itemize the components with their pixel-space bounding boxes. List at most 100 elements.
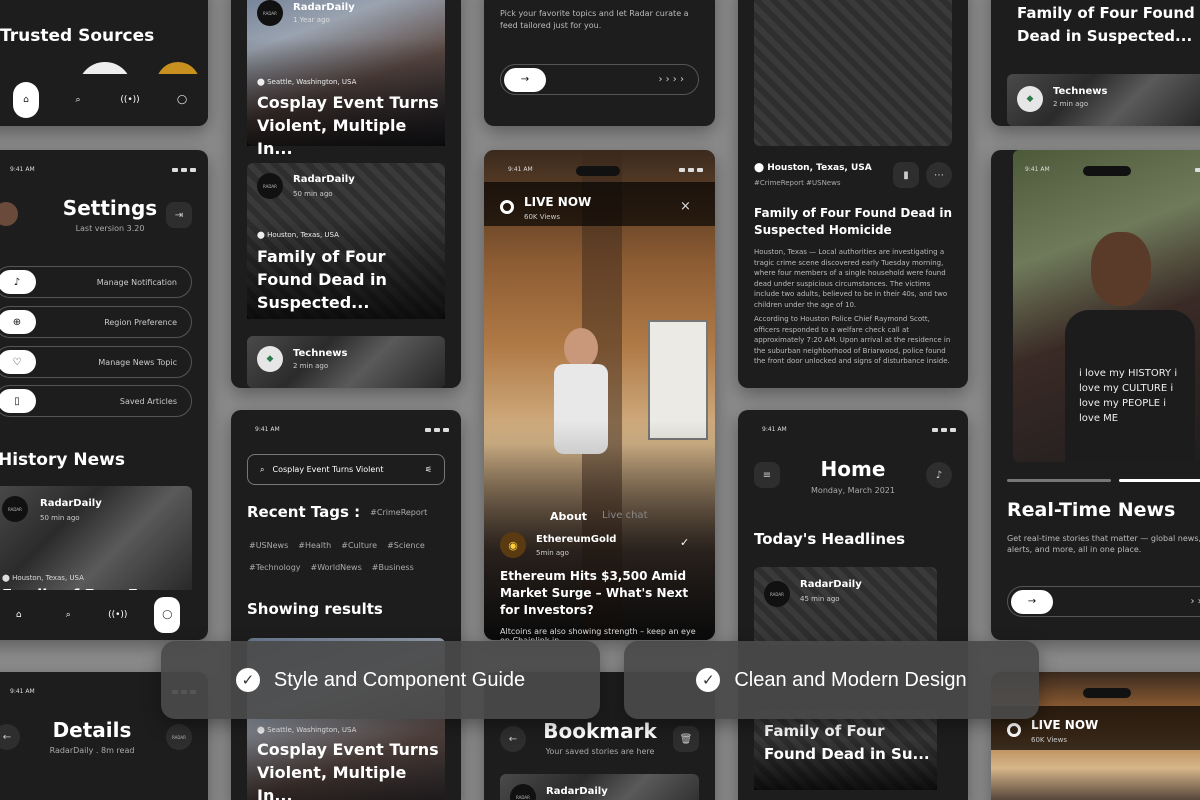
- page-indicator-active: [1119, 479, 1200, 482]
- shirt-print: i love my HISTORY i love my CULTURE i lo…: [1079, 368, 1178, 424]
- view-count: 60K Views: [524, 213, 560, 221]
- source-name: EthereumGold: [536, 534, 617, 545]
- bell-icon[interactable]: ♪: [926, 462, 952, 488]
- source-avatar: RADAR: [764, 581, 790, 607]
- article-tags: #CrimeReport #USNews: [754, 179, 841, 187]
- search-query: Cosplay Event Turns Violent: [272, 465, 384, 474]
- news-card[interactable]: Family of Four Found Dead in Su...: [754, 710, 937, 790]
- banner-label: Clean and Modern Design: [734, 668, 967, 691]
- home-icon[interactable]: ⌂: [13, 82, 39, 118]
- tab-live-chat[interactable]: Live chat: [602, 510, 647, 521]
- status-time: 9:41 AM: [508, 166, 533, 173]
- article-image: [754, 0, 952, 146]
- filter-icon[interactable]: ⚟: [425, 465, 432, 474]
- source-name: RadarDaily: [40, 498, 102, 509]
- bookmark-icon: ▯: [0, 389, 36, 413]
- article-paragraph: According to Houston Police Chief Raymon…: [754, 315, 951, 365]
- arrow-right-icon: →: [504, 67, 546, 92]
- home-icon[interactable]: ⌂: [6, 610, 32, 620]
- tag-list: #USNews #Health #Culture #Science: [249, 533, 435, 552]
- onboarding-text: Pick your favorite topics and let Radar …: [500, 9, 689, 30]
- headline: Cosplay Event Turns Violent, Multiple In…: [257, 93, 439, 158]
- more-icon[interactable]: ⋯: [926, 162, 952, 188]
- post-time: 50 min ago: [293, 190, 333, 198]
- profile-icon[interactable]: ◯: [154, 597, 181, 633]
- tag-chip[interactable]: #Technology: [249, 563, 301, 572]
- settings-item-saved[interactable]: ▯ Saved Articles: [0, 385, 192, 417]
- avatar[interactable]: [0, 202, 18, 226]
- settings-item-notification[interactable]: ♪ Manage Notification: [0, 266, 192, 298]
- tag-chip[interactable]: #Health: [298, 541, 331, 550]
- coin-icon: ◉: [500, 532, 526, 558]
- headline: Family of Four Found Dead in Su...: [764, 722, 930, 763]
- feature-banner: ✓ Style and Component Guide: [161, 641, 600, 719]
- post-time: 2 min ago: [1053, 100, 1089, 108]
- get-started-slider[interactable]: → › › › ›: [1007, 586, 1200, 617]
- source-avatar[interactable]: RADAR: [166, 724, 192, 750]
- tab-about[interactable]: About: [550, 510, 587, 523]
- back-icon[interactable]: ←: [0, 724, 20, 750]
- back-icon[interactable]: ←: [500, 726, 526, 752]
- news-card[interactable]: ◆ Technews 2 min ago: [1007, 74, 1200, 126]
- bookmark-card[interactable]: RADAR RadarDaily: [500, 774, 699, 800]
- location-label: ⬤ Houston, Texas, USA: [257, 231, 339, 239]
- news-card[interactable]: RADAR RadarDaily 1 Year ago ⬤ Seattle, W…: [247, 0, 445, 158]
- tag-chip[interactable]: #USNews: [249, 541, 288, 550]
- news-card[interactable]: ◆ Technews 2 min ago: [247, 336, 445, 388]
- trusted-sources-card: Trusted Sources ⌂ ⌕ ((•)) ◯: [0, 0, 208, 126]
- live-dot-icon: [500, 200, 514, 214]
- mockup-stage: Trusted Sources ⌂ ⌕ ((•)) ◯ 9:41 AM Sett…: [0, 0, 1200, 800]
- status-time: 9:41 AM: [762, 426, 787, 433]
- tag-chip[interactable]: #CrimeReport: [370, 508, 427, 517]
- menu-icon[interactable]: ≡: [754, 462, 780, 488]
- page-title: Details: [52, 718, 132, 742]
- page-date: Monday, March 2021: [811, 486, 895, 495]
- broadcast-icon[interactable]: ((•)): [117, 95, 143, 105]
- page-title: Settings: [62, 196, 158, 220]
- source-avatar: RADAR: [257, 173, 283, 199]
- check-circle-icon: ✓: [696, 668, 721, 692]
- close-icon[interactable]: ×: [680, 199, 691, 214]
- section-title: Trusted Sources: [0, 26, 155, 46]
- article-meta: RadarDaily . 8m read: [49, 746, 135, 755]
- section-title: Showing results: [247, 600, 383, 618]
- bookmark-icon[interactable]: ▮: [893, 162, 919, 188]
- trash-icon[interactable]: 🗑: [673, 726, 699, 752]
- search-icon[interactable]: ⌕: [55, 610, 81, 620]
- tag-chip[interactable]: #WorldNews: [311, 563, 362, 572]
- source-name: RadarDaily: [546, 786, 608, 797]
- location-label: ⬤ Seattle, Washington, USA: [257, 726, 357, 734]
- news-card[interactable]: RADAR RadarDaily 50 min ago ⬤ Houston, T…: [247, 163, 445, 319]
- bottom-nav: ⌂ ⌕ ((•)) ◯: [0, 74, 208, 126]
- search-icon[interactable]: ⌕: [65, 95, 91, 105]
- banner-label: Style and Component Guide: [273, 668, 526, 691]
- tag-chip[interactable]: #Culture: [341, 541, 377, 550]
- tag-list: #Technology #WorldNews #Business: [249, 555, 424, 574]
- realtime-onboarding: i love my HISTORY i love my CULTURE i lo…: [991, 150, 1200, 640]
- presenter: [564, 328, 598, 368]
- tag-chip[interactable]: #Science: [387, 541, 425, 550]
- settings-item-topic[interactable]: ♡ Manage News Topic: [0, 346, 192, 378]
- source-avatar: ◆: [257, 346, 283, 372]
- page-subtitle: Your saved stories are here: [545, 747, 655, 756]
- source-name: RadarDaily: [293, 174, 355, 185]
- page-indicator: [1007, 479, 1111, 482]
- tag-chip[interactable]: #Business: [372, 563, 414, 572]
- status-time: 9:41 AM: [10, 166, 35, 173]
- logout-icon[interactable]: ⇥: [166, 202, 192, 228]
- headline: Family of Four Found Dead in Suspected..…: [257, 247, 387, 312]
- search-input[interactable]: ⌕ Cosplay Event Turns Violent ⚟: [247, 454, 445, 485]
- broadcast-icon[interactable]: ((•)): [105, 610, 131, 620]
- headline: Family of Four Found Dead in Suspected H…: [754, 206, 952, 237]
- status-time: 9:41 AM: [255, 426, 280, 433]
- source-name: RadarDaily: [293, 2, 355, 13]
- news-card[interactable]: RADAR RadarDaily 50 min ago ⬤ Houston, T…: [0, 486, 192, 604]
- person: [1091, 232, 1151, 306]
- get-started-slider[interactable]: → › › › ›: [500, 64, 699, 95]
- settings-screen: 9:41 AM Settings Last version 3.20 ⇥ ♪ Ma…: [0, 150, 208, 640]
- check-icon[interactable]: ✓: [680, 536, 689, 549]
- location-label: ⬤ Seattle, Washington, USA: [257, 78, 357, 86]
- settings-item-region[interactable]: ⊕ Region Preference: [0, 306, 192, 338]
- news-card[interactable]: RADAR RadarDaily 45 min ago: [754, 567, 937, 645]
- profile-icon[interactable]: ◯: [169, 95, 195, 105]
